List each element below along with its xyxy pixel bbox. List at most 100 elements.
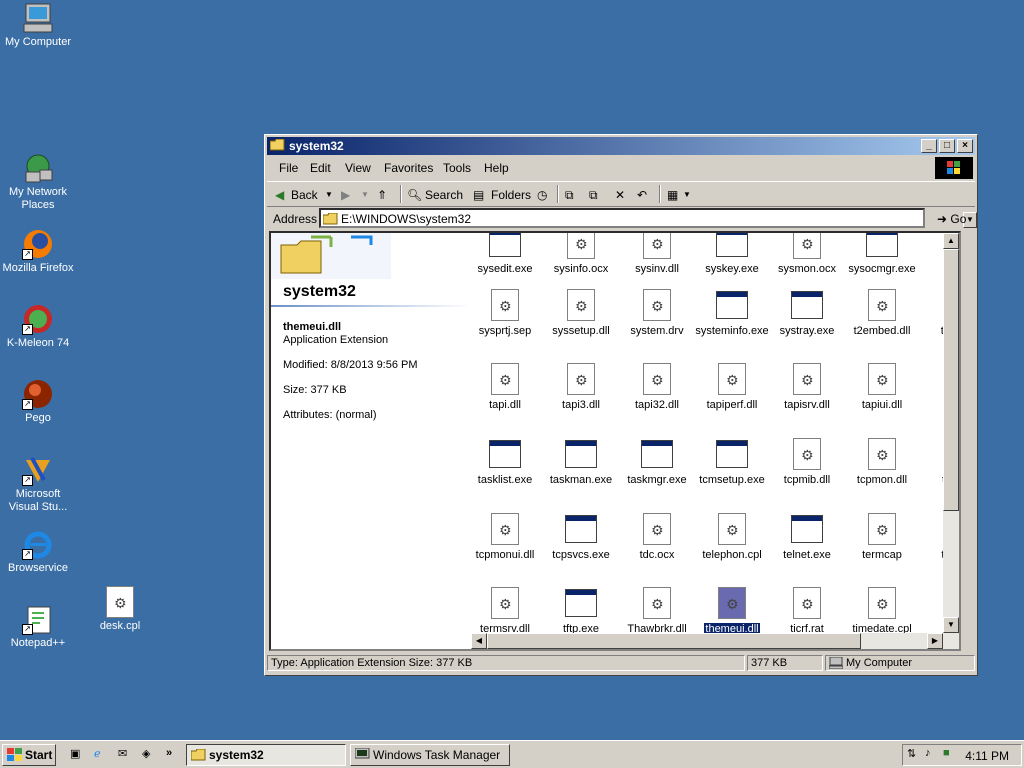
desktop-icon-notepad-plus-plus[interactable]: ↗ Notepad++	[0, 603, 76, 650]
back-arrow-icon: ◀	[275, 188, 285, 202]
file-item[interactable]: sysocmgr.exe	[844, 233, 920, 275]
file-item[interactable]: ⚙ syssetup.dll	[543, 289, 619, 337]
views-icon[interactable]: ▦	[667, 188, 678, 202]
menu-tools[interactable]: Tools	[443, 161, 471, 175]
file-item[interactable]: ⚙ sysprtj.sep	[467, 289, 543, 337]
go-button[interactable]: ➜ Go	[937, 212, 966, 226]
file-item[interactable]: ⚙ sysinv.dll	[619, 233, 695, 275]
file-item[interactable]: ⚙ tcpmon.dll	[844, 438, 920, 486]
menu-help[interactable]: Help	[484, 161, 509, 175]
move-to-icon[interactable]: ⧉	[565, 188, 574, 203]
menu-favorites[interactable]: Favorites	[384, 161, 433, 175]
scroll-up-button[interactable]: ▲	[943, 233, 959, 249]
dll-file-icon: ⚙	[791, 233, 823, 259]
toolbar: ◀ Back ▼ ▶ ▼ ⇑ 🔍︎ Search ▤ Folders ◷ ⧉ ⧉…	[267, 181, 975, 207]
horizontal-scrollbar[interactable]: ◀ ▶	[471, 633, 943, 649]
start-button[interactable]: Start	[2, 744, 56, 766]
folder-content[interactable]: system32 themeui.dll Application Extensi…	[269, 231, 961, 651]
menu-edit[interactable]: Edit	[310, 161, 331, 175]
tray-volume-icon[interactable]: ♪	[925, 747, 941, 763]
up-folder-icon[interactable]: ⇑	[377, 188, 387, 202]
maximize-button[interactable]: □	[939, 139, 955, 153]
file-item[interactable]: ⚙ tapisrv.dll	[769, 363, 845, 411]
desktop-icon-desk-cpl[interactable]: ⚙ desk.cpl	[82, 586, 158, 633]
title-bar[interactable]: system32 _ □ ×	[267, 137, 975, 155]
file-item[interactable]: ⚙ t2embed.dll	[844, 289, 920, 337]
file-item[interactable]: tasklist.exe	[467, 438, 543, 486]
file-item[interactable]: taskmgr.exe	[619, 438, 695, 486]
desktop-icon-browservice[interactable]: ↗ Browservice	[0, 528, 76, 575]
quicklaunch-ie-icon[interactable]: ℯ	[94, 747, 110, 763]
file-item[interactable]: ⚙ tapiperf.dll	[694, 363, 770, 411]
taskbar-button-task-manager[interactable]: Windows Task Manager	[350, 744, 510, 766]
close-button[interactable]: ×	[957, 139, 973, 153]
file-item[interactable]: ⚙ telephon.cpl	[694, 513, 770, 561]
file-item[interactable]: systeminfo.exe	[694, 289, 770, 337]
file-item[interactable]: ⚙ termsrv.dll	[467, 587, 543, 635]
file-item[interactable]: tcpsvcs.exe	[543, 513, 619, 561]
copy-to-icon[interactable]: ⧉	[589, 188, 598, 203]
tray-task-manager-icon[interactable]: ■	[943, 747, 959, 763]
file-item[interactable]: ⚙ tdc.ocx	[619, 513, 695, 561]
file-item[interactable]: ⚙ tapiui.dll	[844, 363, 920, 411]
application-window-icon	[641, 438, 673, 470]
file-item[interactable]: sysedit.exe	[467, 233, 543, 275]
quicklaunch-desktop-icon[interactable]: ▣	[70, 747, 86, 763]
file-item[interactable]: telnet.exe	[769, 513, 845, 561]
scroll-down-button[interactable]: ▼	[943, 617, 959, 633]
back-dropdown-icon[interactable]: ▼	[325, 190, 333, 199]
file-item[interactable]: systray.exe	[769, 289, 845, 337]
file-item[interactable]: syskey.exe	[694, 233, 770, 275]
menu-file[interactable]: File	[279, 161, 298, 175]
file-item[interactable]: taskman.exe	[543, 438, 619, 486]
file-item[interactable]: ⚙ timedate.cpl	[844, 587, 920, 635]
desktop-icon-mozilla-firefox[interactable]: ↗ Mozilla Firefox	[0, 228, 76, 275]
undo-icon[interactable]: ↶	[637, 188, 647, 202]
address-bar: Address E:\WINDOWS\system32 ▼ ➜ Go	[267, 207, 977, 229]
file-item[interactable]: tftp.exe	[543, 587, 619, 635]
forward-arrow-icon[interactable]: ▶	[341, 188, 350, 202]
file-item[interactable]: ⚙ sysinfo.ocx	[543, 233, 619, 275]
file-item[interactable]: ⚙ Thawbrkr.dll	[619, 587, 695, 635]
horizontal-scroll-thumb[interactable]	[487, 633, 861, 649]
quicklaunch-more-icon[interactable]: »	[166, 747, 182, 763]
quicklaunch-media-icon[interactable]: ◈	[142, 747, 158, 763]
desktop-icon-my-network-places[interactable]: My Network Places	[0, 152, 76, 212]
folders-button[interactable]: Folders	[491, 188, 531, 202]
desktop-icon-k-meleon[interactable]: ↗ K-Meleon 74	[0, 303, 76, 350]
tray-network-icon[interactable]: ⇅	[907, 747, 923, 763]
file-item[interactable]: ⚙ tcpmib.dll	[769, 438, 845, 486]
delete-icon[interactable]: ✕	[615, 188, 625, 202]
file-item[interactable]: ⚙ sysmon.ocx	[769, 233, 845, 275]
back-button[interactable]: Back	[291, 188, 318, 202]
clock[interactable]: 4:11 PM	[965, 749, 1009, 763]
file-item[interactable]: tcmsetup.exe	[694, 438, 770, 486]
vertical-scrollbar[interactable]: ▲ ▼	[943, 233, 959, 649]
address-input[interactable]: E:\WINDOWS\system32 ▼	[319, 208, 977, 228]
file-item-label: tcpmonui.dll	[475, 549, 535, 561]
file-item[interactable]: ⚙ tapi32.dll	[619, 363, 695, 411]
history-icon[interactable]: ◷	[537, 188, 547, 202]
desktop-icon-my-computer[interactable]: My Computer	[0, 2, 76, 49]
file-item[interactable]: ⚙ themeui.dll	[694, 587, 770, 635]
file-item[interactable]: ⚙ system.drv	[619, 289, 695, 337]
desktop-icon-visual-studio[interactable]: ↗ Microsoft Visual Stu...	[0, 454, 76, 514]
file-item[interactable]: ⚙ ticrf.rat	[769, 587, 845, 635]
file-item[interactable]: ⚙ termcap	[844, 513, 920, 561]
scroll-left-button[interactable]: ◀	[471, 633, 487, 649]
desktop-icon-pego[interactable]: ↗ Pego	[0, 378, 76, 425]
menu-view[interactable]: View	[345, 161, 371, 175]
file-item[interactable]: ⚙ tcpmonui.dll	[467, 513, 543, 561]
search-button[interactable]: Search	[425, 188, 463, 202]
minimize-button[interactable]: _	[921, 139, 937, 153]
explorer-window[interactable]: system32 _ □ × File Edit View Favorites …	[264, 134, 978, 676]
vertical-scroll-thumb[interactable]	[943, 249, 959, 511]
quicklaunch-outlook-icon[interactable]: ✉	[118, 747, 134, 763]
forward-dropdown-icon[interactable]: ▼	[361, 190, 369, 199]
file-item[interactable]: ⚙ tapi.dll	[467, 363, 543, 411]
file-item-label: tcmsetup.exe	[699, 474, 765, 486]
file-item[interactable]: ⚙ tapi3.dll	[543, 363, 619, 411]
views-dropdown-icon[interactable]: ▼	[683, 190, 691, 199]
scroll-right-button[interactable]: ▶	[927, 633, 943, 649]
taskbar-button-system32[interactable]: system32	[186, 744, 346, 766]
